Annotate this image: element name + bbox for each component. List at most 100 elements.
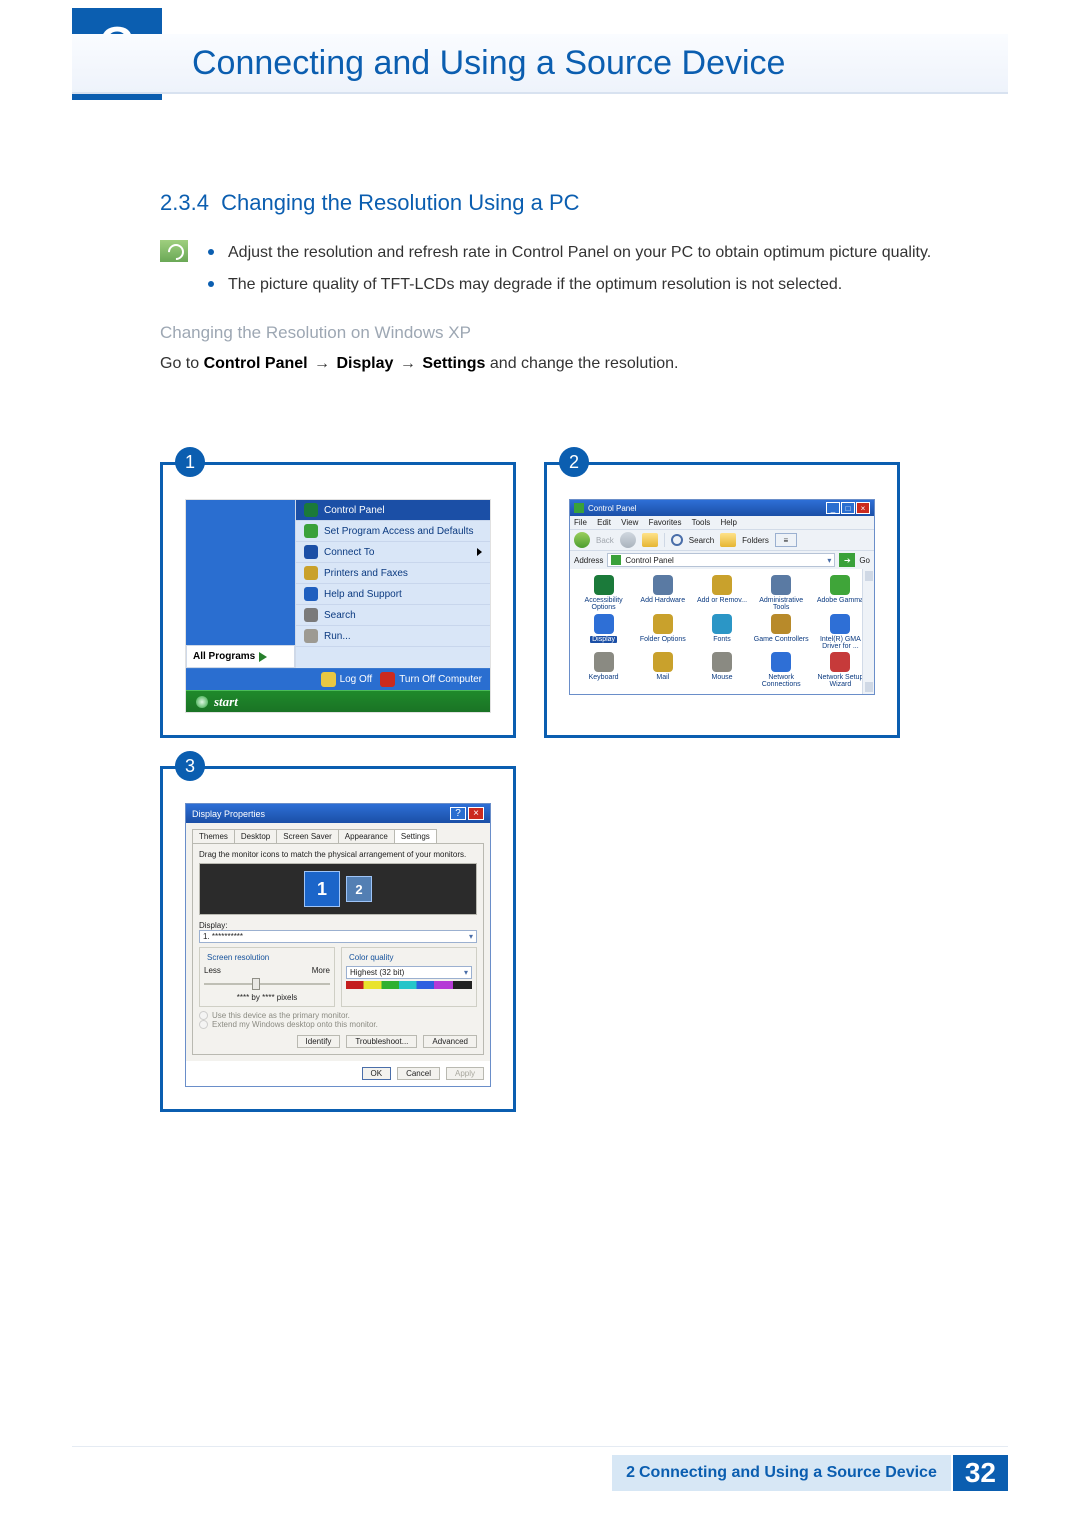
- display-select[interactable]: 1. ********** ▾: [199, 930, 477, 943]
- control-panel-item[interactable]: Adobe Gamma: [813, 575, 868, 611]
- footer-divider: [72, 1446, 1008, 1447]
- footer-chapter-label: 2 Connecting and Using a Source Device: [612, 1455, 953, 1491]
- tab-desktop[interactable]: Desktop: [234, 829, 277, 843]
- control-panel-item[interactable]: Intel(R) GMA Driver for ...: [813, 614, 868, 650]
- menu-help[interactable]: Help: [721, 518, 737, 527]
- advanced-button[interactable]: Advanced: [423, 1035, 477, 1048]
- start-menu-item[interactable]: Control Panel: [296, 500, 490, 521]
- screen-resolution-legend: Screen resolution: [204, 953, 272, 962]
- control-panel-item[interactable]: Accessibility Options: [576, 575, 631, 611]
- color-quality-value: Highest (32 bit): [350, 968, 404, 977]
- control-panel-item[interactable]: Add or Remov...: [694, 575, 749, 611]
- all-programs-button[interactable]: All Programs: [186, 645, 295, 668]
- go-label: Go: [859, 556, 870, 565]
- scrollbar[interactable]: [862, 569, 874, 694]
- path-3: Settings: [422, 355, 485, 372]
- search-icon: [671, 534, 683, 546]
- cancel-button[interactable]: Cancel: [397, 1067, 440, 1080]
- window-title: Control Panel: [588, 504, 636, 513]
- resolution-slider[interactable]: [204, 977, 330, 991]
- screenshot-display-properties: Display Properties ? × Themes Desktop Sc…: [185, 803, 491, 1087]
- sub-heading: Changing the Resolution on Windows XP: [160, 323, 960, 343]
- control-panel-item[interactable]: Network Connections: [754, 652, 809, 688]
- back-button[interactable]: [574, 532, 590, 548]
- control-panel-item[interactable]: Game Controllers: [754, 614, 809, 650]
- txt: and change the resolution.: [485, 355, 678, 372]
- control-panel-item[interactable]: Add Hardware: [635, 575, 690, 611]
- note-icon: [160, 240, 188, 262]
- close-button[interactable]: ×: [856, 502, 870, 514]
- arrow-icon: →: [400, 351, 416, 377]
- monitor-arrange[interactable]: 1 2: [199, 863, 477, 915]
- start-menu-item[interactable]: Printers and Faxes: [296, 563, 490, 584]
- start-menu-item[interactable]: Search: [296, 605, 490, 626]
- control-panel-item[interactable]: Display: [576, 614, 631, 650]
- menu-tools[interactable]: Tools: [692, 518, 711, 527]
- control-panel-item[interactable]: Fonts: [694, 614, 749, 650]
- tab-settings[interactable]: Settings: [394, 829, 437, 843]
- chevron-down-icon[interactable]: ▾: [827, 556, 831, 565]
- go-button[interactable]: ➔: [839, 553, 855, 567]
- minimize-button[interactable]: _: [826, 502, 840, 514]
- close-button[interactable]: ×: [468, 807, 484, 820]
- toolbar: Back Search Folders ≡: [570, 529, 874, 551]
- tab-themes[interactable]: Themes: [192, 829, 235, 843]
- log-off-button[interactable]: Log Off: [321, 672, 373, 687]
- ok-button[interactable]: OK: [362, 1067, 392, 1080]
- tab-screen-saver[interactable]: Screen Saver: [276, 829, 338, 843]
- note-block: Adjust the resolution and refresh rate i…: [160, 240, 960, 305]
- start-menu-item[interactable]: Help and Support: [296, 584, 490, 605]
- troubleshoot-button[interactable]: Troubleshoot...: [346, 1035, 417, 1048]
- folders-label[interactable]: Folders: [742, 536, 769, 545]
- forward-button[interactable]: [620, 532, 636, 548]
- start-button[interactable]: start: [186, 690, 490, 712]
- control-panel-item[interactable]: Folder Options: [635, 614, 690, 650]
- turn-off-button[interactable]: Turn Off Computer: [380, 672, 482, 687]
- address-label: Address: [574, 556, 603, 565]
- instruction-text: Go to Control Panel → Display → Settings…: [160, 351, 960, 377]
- screenshot-control-panel: Control Panel _ □ × File Edit View Favor…: [569, 499, 875, 695]
- control-panel-item[interactable]: Administrative Tools: [754, 575, 809, 611]
- tab-appearance[interactable]: Appearance: [338, 829, 395, 843]
- control-panel-grid: Accessibility OptionsAdd HardwareAdd or …: [570, 569, 874, 694]
- chevron-down-icon: ▾: [469, 932, 473, 941]
- help-button[interactable]: ?: [450, 807, 466, 820]
- address-input[interactable]: Control Panel ▾: [607, 553, 835, 567]
- note-item: The picture quality of TFT-LCDs may degr…: [206, 272, 931, 298]
- extend-desktop-checkbox[interactable]: Extend my Windows desktop onto this moni…: [199, 1020, 477, 1029]
- menu-bar[interactable]: File Edit View Favorites Tools Help: [570, 516, 874, 529]
- primary-monitor-checkbox[interactable]: Use this device as the primary monitor.: [199, 1011, 477, 1020]
- menu-edit[interactable]: Edit: [597, 518, 611, 527]
- start-label: start: [214, 694, 238, 710]
- color-quality-legend: Color quality: [346, 953, 396, 962]
- window-titlebar: Display Properties ? ×: [186, 804, 490, 823]
- monitor-1-icon[interactable]: 1: [304, 871, 340, 907]
- start-menu-item[interactable]: Set Program Access and Defaults: [296, 521, 490, 542]
- control-panel-item[interactable]: Keyboard: [576, 652, 631, 688]
- control-panel-item[interactable]: Network Setup Wizard: [813, 652, 868, 688]
- monitor-2-icon[interactable]: 2: [346, 876, 372, 902]
- window-title: Display Properties: [192, 809, 265, 819]
- color-quality-select[interactable]: Highest (32 bit) ▾: [346, 966, 472, 979]
- window-icon: [574, 503, 584, 513]
- menu-favorites[interactable]: Favorites: [649, 518, 682, 527]
- start-menu-item[interactable]: Connect To: [296, 542, 490, 563]
- menu-file[interactable]: File: [574, 518, 587, 527]
- all-programs-label: All Programs: [193, 651, 255, 662]
- apply-button[interactable]: Apply: [446, 1067, 484, 1080]
- maximize-button[interactable]: □: [841, 502, 855, 514]
- start-menu-item[interactable]: Run...: [296, 626, 490, 647]
- step-badge: 1: [175, 447, 205, 477]
- arrow-icon: →: [314, 351, 330, 377]
- color-bar: [346, 981, 472, 989]
- search-label[interactable]: Search: [689, 536, 714, 545]
- view-button[interactable]: ≡: [775, 533, 797, 547]
- step-2: 2 Control Panel _ □ × File Edit View Fav…: [544, 462, 900, 738]
- identify-button[interactable]: Identify: [297, 1035, 341, 1048]
- step-3: 3 Display Properties ? × Themes Desktop …: [160, 766, 516, 1112]
- up-button[interactable]: [642, 533, 658, 547]
- log-off-label: Log Off: [340, 674, 373, 685]
- menu-view[interactable]: View: [621, 518, 638, 527]
- control-panel-item[interactable]: Mouse: [694, 652, 749, 688]
- control-panel-item[interactable]: Mail: [635, 652, 690, 688]
